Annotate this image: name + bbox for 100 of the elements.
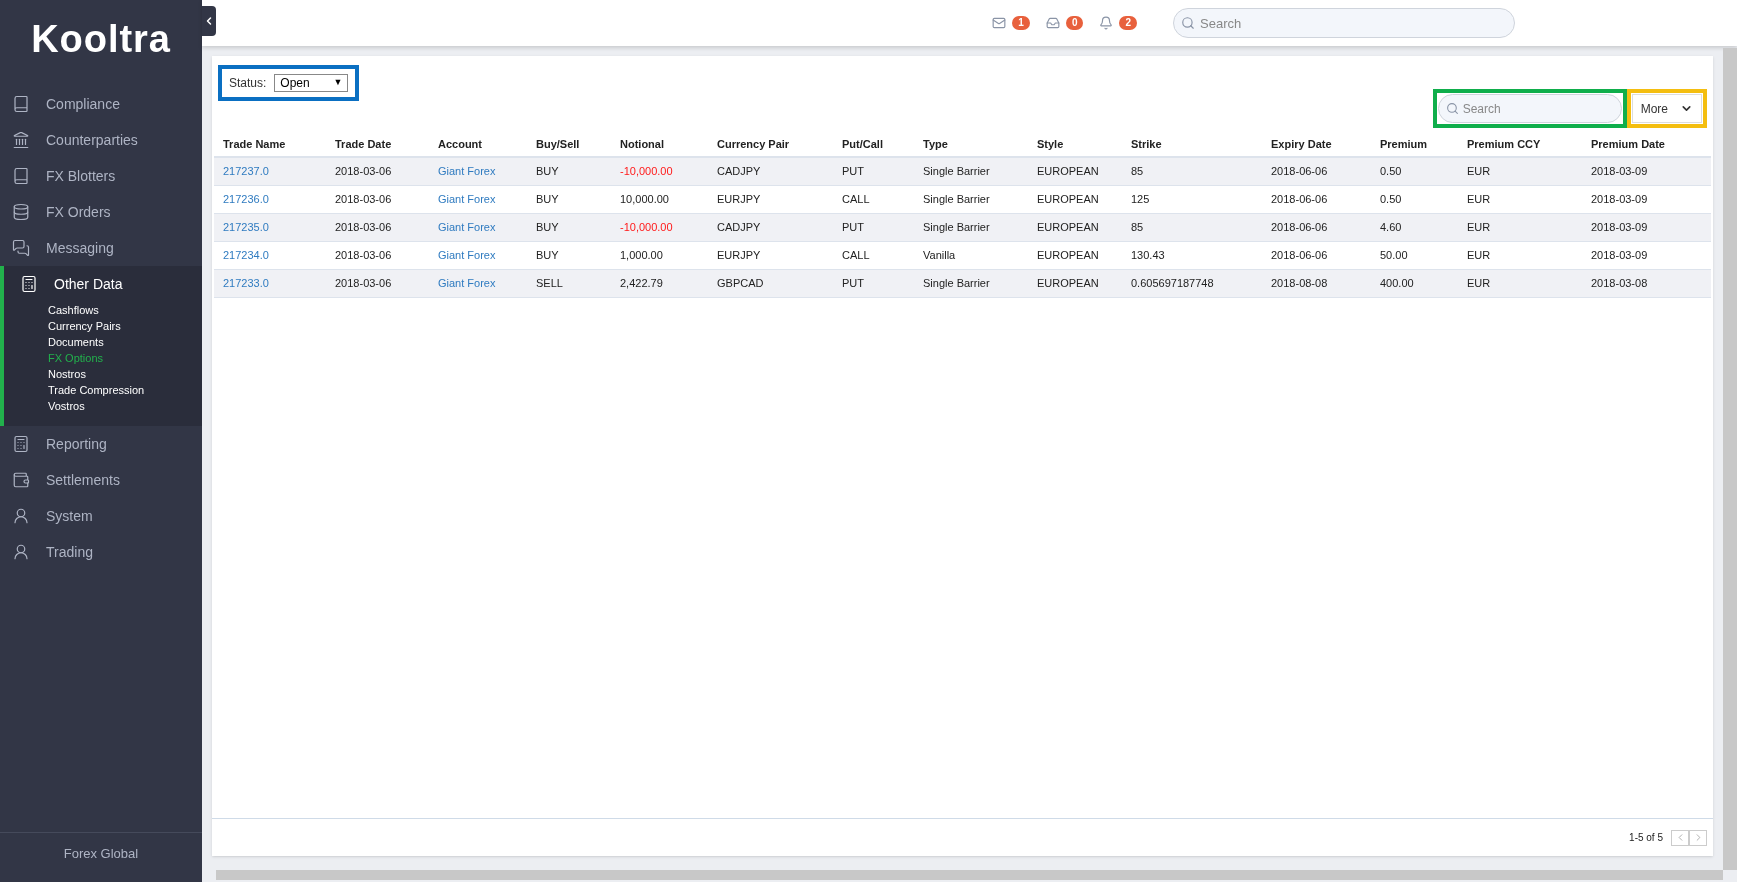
table-link[interactable]: 217233.0	[223, 275, 335, 292]
nav-item[interactable]: Messaging	[4, 230, 202, 266]
search-field[interactable]: Search	[1173, 8, 1515, 38]
search-icon	[1181, 16, 1195, 30]
column-header[interactable]: Notional	[620, 135, 717, 153]
column-header[interactable]: Currency Pair	[717, 135, 842, 153]
nav-item[interactable]: System	[4, 498, 202, 534]
column-header[interactable]: Premium CCY	[1467, 135, 1591, 153]
submenu-item[interactable]: FX Options	[48, 350, 202, 366]
column-header[interactable]: Buy/Sell	[536, 135, 620, 153]
table-cell-text: 2018-06-06	[1271, 248, 1329, 264]
nav-item[interactable]: Compliance	[4, 86, 202, 122]
table-cell-text: EUROPEAN	[1037, 276, 1100, 292]
book-icon	[12, 167, 30, 185]
table-cell-text: PUT	[842, 220, 865, 236]
column-header[interactable]: Type	[923, 135, 1037, 153]
bell-icon[interactable]	[1099, 16, 1114, 30]
column-header[interactable]: Trade Date	[335, 135, 438, 153]
nav-item[interactable]: Other Data	[4, 266, 202, 302]
table-cell-text: 1,000.00	[620, 248, 664, 264]
table-link[interactable]: 217235.0	[223, 219, 335, 236]
table-cell-text: 4.60	[1380, 220, 1403, 236]
column-header[interactable]: Put/Call	[842, 135, 923, 153]
status-dropdown[interactable]: Open ▼	[274, 74, 349, 92]
column-header[interactable]: Expiry Date	[1271, 135, 1380, 153]
table-cell-text: PUT	[842, 164, 865, 180]
next-page-button[interactable]	[1689, 829, 1707, 846]
table-link[interactable]: Giant Forex	[438, 247, 536, 264]
submenu-item[interactable]: Vostros	[48, 398, 202, 414]
table-link[interactable]: 217236.0	[223, 191, 335, 208]
table-cell-text: 85	[1131, 220, 1145, 236]
table-cell-text: SELL	[536, 276, 564, 292]
nav-item[interactable]: Counterparties	[4, 122, 202, 158]
table-cell-text: GBPCAD	[717, 276, 765, 292]
table-cell-text: EURJPY	[717, 192, 762, 208]
table-cell-text: 2018-03-09	[1591, 164, 1649, 180]
table-cell-text: EUROPEAN	[1037, 192, 1100, 208]
horizontal-scrollbar[interactable]	[216, 870, 1723, 880]
table-cell-text: 2018-03-06	[335, 220, 393, 236]
count-badge: 2	[1119, 16, 1137, 30]
calculator-icon	[20, 275, 38, 293]
table-cell-text: -10,000.00	[620, 164, 674, 180]
table-cell-text: 2018-03-09	[1591, 248, 1649, 264]
bank-icon	[12, 131, 30, 149]
inbox-icon[interactable]	[1045, 16, 1060, 30]
table-cell-text: 2,422.79	[620, 276, 664, 292]
nav-item[interactable]: FX Orders	[4, 194, 202, 230]
count-badge: 1	[1012, 16, 1030, 30]
table-cell-text: 2018-08-08	[1271, 276, 1329, 292]
nav-item[interactable]: Trading	[4, 534, 202, 570]
table-link[interactable]: 217237.0	[223, 163, 335, 180]
table-cell-text: BUY	[536, 220, 560, 236]
search-icon	[1445, 102, 1459, 115]
table-cell-text: EUR	[1467, 192, 1492, 208]
submenu-item[interactable]: Trade Compression	[48, 382, 202, 398]
nav-item[interactable]: Reporting	[4, 426, 202, 462]
table-link[interactable]: Giant Forex	[438, 219, 536, 236]
footer-label: Forex Global	[63, 844, 139, 863]
table-cell-text: CALL	[842, 192, 871, 208]
column-header[interactable]: Strike	[1131, 135, 1271, 153]
submenu-item[interactable]: Cashflows	[48, 302, 202, 318]
table-cell-text: 2018-03-09	[1591, 192, 1649, 208]
logo[interactable]: Kooltra	[31, 10, 171, 68]
column-header[interactable]: Account	[438, 135, 536, 153]
table-cell-text: BUY	[536, 192, 560, 208]
table-cell-text: BUY	[536, 164, 560, 180]
table-link[interactable]: Giant Forex	[438, 275, 536, 292]
table-link[interactable]: Giant Forex	[438, 163, 536, 180]
column-header[interactable]: Style	[1037, 135, 1131, 153]
table-cell-text: EUR	[1467, 276, 1492, 292]
table-cell-text: 10,000.00	[620, 192, 670, 208]
table-search-field[interactable]: Search	[1437, 94, 1622, 123]
column-header[interactable]: Premium Date	[1591, 135, 1711, 153]
table-cell-text: CALL	[842, 248, 871, 264]
table-link[interactable]: Giant Forex	[438, 191, 536, 208]
more-button[interactable]: More	[1631, 94, 1702, 123]
table-cell-text: Single Barrier	[923, 220, 991, 236]
table-cell-text: Single Barrier	[923, 192, 991, 208]
table-cell-text: 2018-03-09	[1591, 220, 1649, 236]
table-cell-text: 50.00	[1380, 248, 1409, 264]
collapse-button[interactable]	[202, 6, 216, 36]
chat-icon	[12, 239, 30, 257]
submenu-item[interactable]: Currency Pairs	[48, 318, 202, 334]
mail-icon[interactable]	[992, 16, 1007, 30]
previous-page-button[interactable]	[1671, 829, 1689, 846]
submenu-item[interactable]: Documents	[48, 334, 202, 350]
column-header[interactable]: Trade Name	[223, 135, 335, 153]
table-cell-text: Single Barrier	[923, 276, 991, 292]
table-cell-text: 2018-06-06	[1271, 220, 1329, 236]
nav-item[interactable]: Settlements	[4, 462, 202, 498]
filter-label: Status:	[229, 75, 267, 92]
vertical-scrollbar[interactable]	[1723, 48, 1737, 870]
submenu-item[interactable]: Nostros	[48, 366, 202, 382]
table-link[interactable]: 217234.0	[223, 247, 335, 264]
table-cell-text: -10,000.00	[620, 220, 674, 236]
wallet-icon	[12, 471, 30, 489]
column-header[interactable]: Premium	[1380, 135, 1467, 153]
pagination-summary: 1-5 of 5	[1629, 831, 1663, 845]
nav-item[interactable]: FX Blotters	[4, 158, 202, 194]
table-cell-text: EURJPY	[717, 248, 762, 264]
